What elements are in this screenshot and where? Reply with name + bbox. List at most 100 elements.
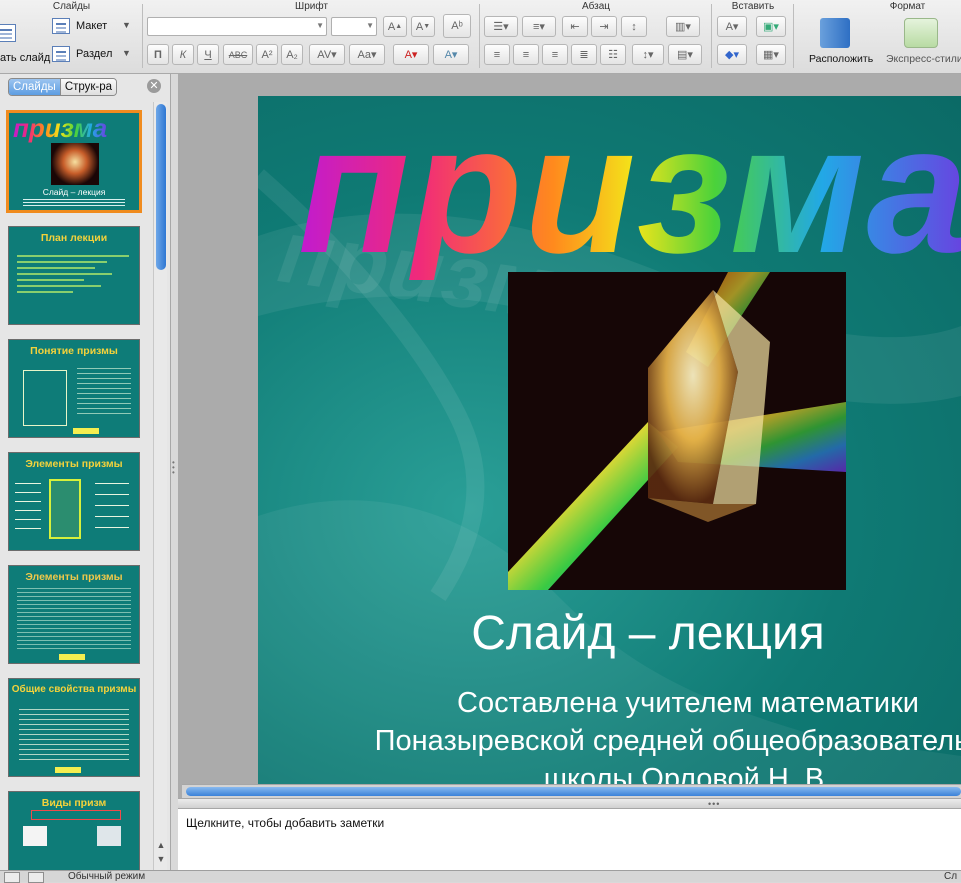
notes-splitter[interactable]: ••• [178, 798, 961, 809]
group-title-slides: Слайды [52, 1, 91, 12]
scrollbar-thumb[interactable] [156, 104, 166, 270]
thumbnail-scrollbar[interactable]: ▲ ▼ [153, 102, 167, 870]
picture-icon[interactable]: ▣▾ [756, 16, 786, 37]
font-name-input[interactable]: ▼ [147, 17, 327, 36]
numbering-button[interactable]: ≡▾ [522, 16, 556, 37]
strikethrough-button[interactable]: ABC [223, 44, 253, 65]
section-icon[interactable] [52, 46, 70, 62]
slide-editor: призма призма [178, 74, 961, 870]
section-button[interactable]: Раздел [76, 48, 112, 60]
thumb-prism-picture [97, 826, 121, 846]
text-effects-button[interactable]: A▾ [433, 44, 469, 65]
prism-photo[interactable] [508, 272, 846, 590]
increase-indent-button[interactable]: ⇥ [591, 16, 617, 37]
ribbon-group-paragraph: Абзац ☰▾ ≡▾ ⇤ ⇥ ↕ ▥▾ ≡ ≡ ≡ ≣ ☷ ↕▾ ▤▾ [480, 0, 712, 74]
italic-button[interactable]: К [172, 44, 194, 65]
thumb-caption: Слайд – лекция [42, 187, 106, 197]
font-size-input[interactable]: ▼ [331, 17, 377, 36]
text-box-icon[interactable]: A▾ [717, 16, 747, 37]
thumb-prism-picture [23, 826, 47, 846]
pane-tabs: Слайды Струк-ра [8, 78, 118, 96]
thumb-text-lines [17, 588, 131, 651]
line-spacing-button[interactable]: ↕▾ [632, 44, 664, 65]
subtitle-line: Поназыревской средней общеобразовательно [374, 725, 961, 757]
horizontal-scrollbar[interactable] [182, 784, 961, 798]
quick-styles-icon[interactable] [904, 18, 938, 48]
thumbnail-list: призма Слайд – лекция План лекции Поняти… [0, 102, 152, 870]
notes-area[interactable]: Щелкните, чтобы добавить заметки [178, 808, 961, 870]
close-pane-icon[interactable]: ✕ [147, 79, 161, 93]
bullets-button[interactable]: ☰▾ [484, 16, 518, 37]
align-left-button[interactable]: ≡ [484, 44, 510, 65]
slide-wordart-title[interactable]: призма [298, 98, 961, 280]
group-title-paragraph: Абзац [581, 1, 611, 12]
change-case-button[interactable]: Aa▾ [349, 44, 385, 65]
slide-thumbnail-1[interactable]: призма Слайд – лекция [6, 110, 142, 213]
font-color-button[interactable]: A▾ [393, 44, 429, 65]
view-mode-label: Обычный режим [68, 871, 146, 882]
section-dropdown-icon[interactable]: ▼ [122, 48, 131, 58]
grow-font-button[interactable]: A ▲ [383, 16, 407, 37]
arrange-icon[interactable] [820, 18, 850, 48]
group-title-font: Шрифт [295, 1, 328, 12]
clear-format-icon[interactable]: Aᵇ [443, 14, 471, 38]
tab-slides[interactable]: Слайды [9, 79, 60, 95]
scroll-up-icon[interactable]: ▲ [156, 840, 166, 850]
group-title-format: Формат [889, 1, 926, 12]
subscript-button[interactable]: A₂ [281, 44, 303, 65]
align-right-button[interactable]: ≡ [542, 44, 568, 65]
prism-image [508, 272, 846, 590]
slide-thumbnail-7[interactable]: Виды призм [8, 791, 140, 870]
quick-styles-button[interactable]: Экспресс-стили [886, 53, 961, 65]
slide-counter: Сл [944, 871, 958, 882]
status-bar: Обычный режим Сл [0, 870, 961, 883]
thumb-title: Общие свойства призмы [11, 684, 137, 695]
text-direction-button[interactable]: ↕ [621, 16, 647, 37]
group-title-insert: Вставить [731, 1, 775, 12]
align-center-button[interactable]: ≡ [513, 44, 539, 65]
pane-resize-grip[interactable]: • • • [172, 459, 177, 477]
justify-button[interactable]: ≣ [571, 44, 597, 65]
thumb-wordart: призма [13, 113, 108, 143]
slide-subtitle[interactable]: Составлена учителем математики Поназырев… [258, 684, 961, 784]
align-text-button[interactable]: ▤▾ [668, 44, 702, 65]
arrange-button[interactable]: Расположить [809, 53, 873, 65]
ribbon-group-slides: Слайды ать слайд Макет ▼ Раздел ▼ [0, 0, 143, 74]
slide-thumbnail-5[interactable]: Элементы призмы [8, 565, 140, 664]
bold-button[interactable]: П [147, 44, 169, 65]
superscript-button[interactable]: A² [256, 44, 278, 65]
slide-sorter-view-icon[interactable] [28, 872, 44, 883]
columns-button[interactable]: ▥▾ [666, 16, 700, 37]
ribbon-group-insert: Вставить A▾ ▣▾ ◆▾ ▦▾ [712, 0, 794, 74]
media-icon[interactable]: ▦▾ [756, 44, 786, 65]
distributed-button[interactable]: ☷ [600, 44, 626, 65]
slide-thumbnail-6[interactable]: Общие свойства призмы [8, 678, 140, 777]
slide-thumbnail-3[interactable]: Понятие призмы [8, 339, 140, 438]
thumb-title: Понятие призмы [30, 345, 118, 357]
new-slide-button[interactable]: ать слайд [0, 52, 50, 64]
shapes-icon[interactable]: ◆▾ [717, 44, 747, 65]
thumb-text-lines [17, 251, 129, 314]
shrink-font-button[interactable]: A ▼ [411, 16, 435, 37]
layout-button[interactable]: Макет [76, 20, 107, 32]
new-slide-icon[interactable] [0, 24, 16, 42]
slide-thumbnail-2[interactable]: План лекции [8, 226, 140, 325]
scrollbar-thumb[interactable] [186, 787, 961, 796]
character-spacing-button[interactable]: AV▾ [309, 44, 345, 65]
underline-button[interactable]: Ч [197, 44, 219, 65]
ribbon-group-format: Формат Расположить Экспресс-стили [794, 0, 961, 74]
slide-canvas[interactable]: призма призма [258, 96, 961, 784]
scroll-down-icon[interactable]: ▼ [156, 854, 166, 864]
layout-icon[interactable] [52, 18, 70, 34]
thumb-button [73, 428, 99, 434]
slide-thumbnail-4[interactable]: Элементы призмы [8, 452, 140, 551]
normal-view-icon[interactable] [4, 872, 20, 883]
thumb-title: Виды призм [41, 797, 107, 809]
layout-dropdown-icon[interactable]: ▼ [122, 20, 131, 30]
thumb-prism-drawing [49, 479, 81, 539]
thumb-text-lines [77, 368, 131, 414]
thumb-header-box [31, 810, 121, 820]
slide-title[interactable]: Слайд – лекция [258, 606, 961, 661]
tab-outline[interactable]: Струк-ра [59, 79, 117, 95]
decrease-indent-button[interactable]: ⇤ [562, 16, 588, 37]
